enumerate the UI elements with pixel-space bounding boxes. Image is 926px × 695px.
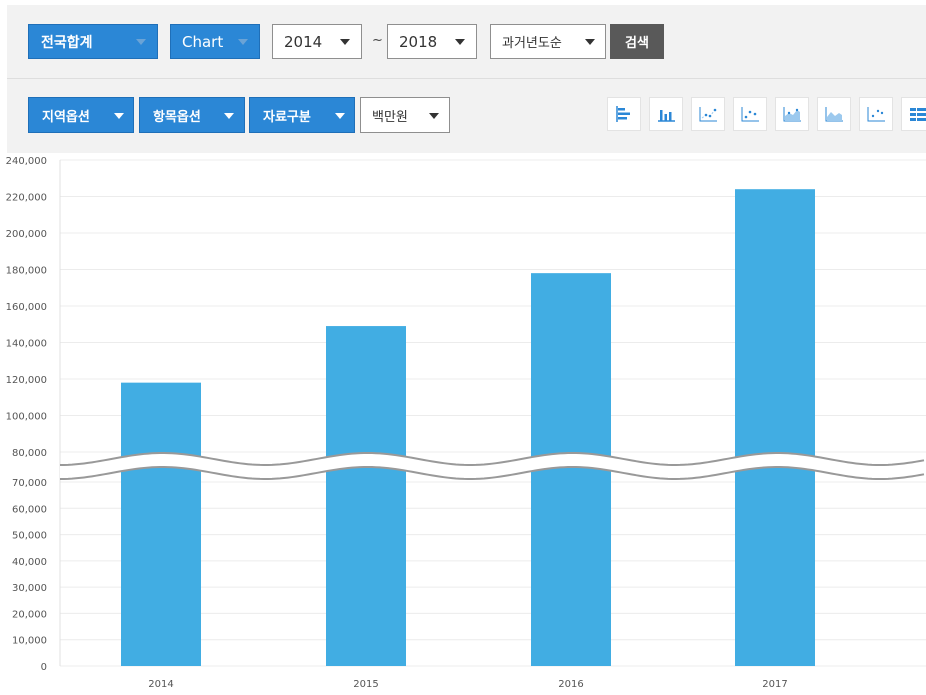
y-tick-label: 10,000 [12,636,47,647]
area-bar-chart-button[interactable] [775,97,809,131]
sort-select[interactable]: 과거년도순 [490,24,606,59]
y-tick-label: 180,000 [6,266,47,277]
year-from-select[interactable]: 2014 [272,24,362,59]
y-tick-label: 70,000 [12,478,47,489]
y-tick-label: 20,000 [12,609,47,620]
chevron-down-icon [224,113,234,119]
region-select[interactable]: 전국합계 [28,24,158,59]
item-options-label: 항목옵션 [153,109,201,125]
unit-select[interactable]: 백만원 [360,97,450,133]
chevron-down-icon [340,39,350,45]
y-tick-label: 120,000 [6,375,47,386]
x-tick-label: 2017 [762,679,787,690]
y-tick-label: 160,000 [6,302,47,313]
y-tick-label: 240,000 [6,156,47,167]
table-chart-button[interactable] [901,97,926,131]
view-select[interactable]: Chart [170,24,260,59]
y-tick-label: 60,000 [12,504,47,515]
region-options-label: 지역옵션 [42,109,90,125]
horizontal-bar-chart-button[interactable] [607,97,641,131]
region-options-select[interactable]: 지역옵션 [28,97,134,133]
sort-select-value: 과거년도순 [502,36,562,51]
area-bar-chart-icon [783,107,801,122]
x-tick-label: 2015 [353,679,378,690]
view-select-label: Chart [182,32,224,51]
area-chart-button[interactable] [817,97,851,131]
y-tick-label: 140,000 [6,339,47,350]
scatter-line-chart-icon [741,107,759,122]
year-to-value: 2018 [399,32,438,51]
chevron-down-icon [335,113,345,119]
bar [326,326,406,666]
dot-chart-button[interactable] [859,97,893,131]
bar-chart: 240,000 220,000 200,000 180,000 160,000 140,0… [6,156,926,690]
dot-chart-icon [867,107,885,122]
table-chart-icon [910,108,926,121]
bar [121,382,201,666]
year-to-select[interactable]: 2018 [387,24,477,59]
chevron-down-icon [136,39,146,45]
horizontal-bar-chart-icon [616,106,630,122]
x-tick-label: 2016 [558,679,583,690]
toolbar-divider [7,78,926,79]
y-tick-label: 0 [41,662,47,673]
bar [735,189,815,666]
year-from-value: 2014 [284,32,323,51]
y-tick-label: 220,000 [6,193,47,204]
y-tick-label: 40,000 [12,557,47,568]
y-tick-label: 50,000 [12,531,47,542]
scatter-chart-button[interactable] [691,97,725,131]
item-options-select[interactable]: 항목옵션 [139,97,245,133]
search-button[interactable]: 검색 [610,24,664,59]
area-chart-icon [825,107,843,122]
y-tick-label: 100,000 [6,412,47,423]
data-category-label: 자료구분 [263,109,311,125]
chevron-down-icon [455,39,465,45]
vertical-bar-chart-button[interactable] [649,97,683,131]
chevron-down-icon [429,113,439,119]
range-separator: ~ [372,33,383,48]
unit-select-value: 백만원 [372,109,408,125]
chevron-down-icon [238,39,248,45]
y-tick-label: 30,000 [12,583,47,594]
region-select-label: 전국합계 [41,34,93,51]
y-tick-label: 80,000 [12,448,47,459]
scatter-line-chart-button[interactable] [733,97,767,131]
y-tick-label: 200,000 [6,229,47,240]
data-category-select[interactable]: 자료구분 [249,97,355,133]
vertical-bar-chart-icon [658,110,675,122]
x-tick-label: 2014 [148,679,173,690]
scatter-chart-icon [699,107,717,122]
chevron-down-icon [114,113,124,119]
chevron-down-icon [585,39,595,45]
